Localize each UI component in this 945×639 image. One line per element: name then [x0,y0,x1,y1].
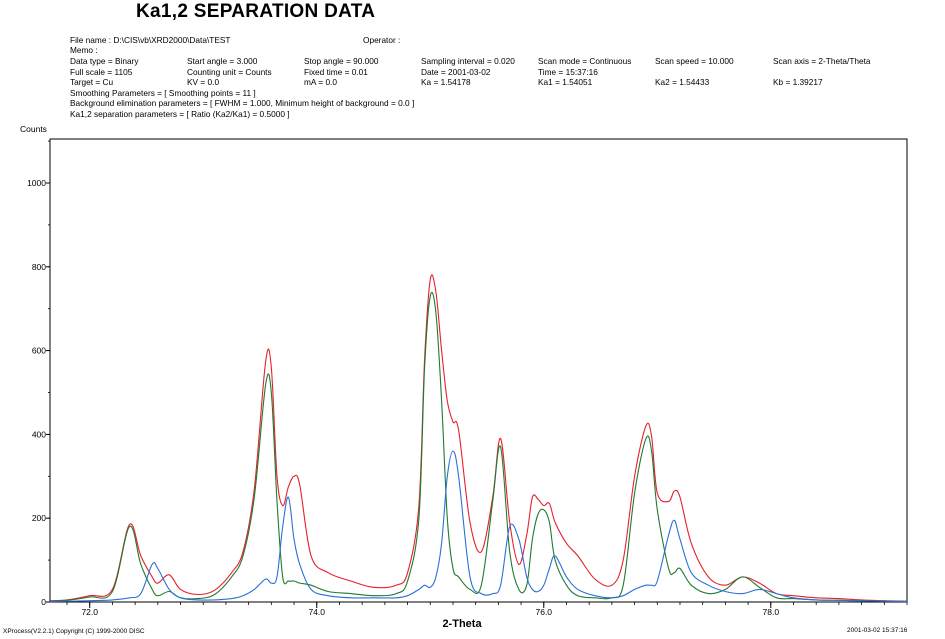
y-tick-label: 200 [32,513,46,523]
y-tick-label: 600 [32,346,46,356]
y-tick-label: 800 [32,262,46,272]
y-axis-label: Counts [20,124,47,134]
y-tick-label: 1000 [27,178,46,188]
footer-timestamp: 2001-03-02 15:37:16 [847,627,908,634]
y-tick-label: 400 [32,429,46,439]
footer-copyright: XProcess(V2.2.1) Copyright (C) 1999-2000… [3,628,145,635]
series-line-red [49,274,908,602]
plot-frame [49,138,908,603]
x-tick-label: 78.0 [763,607,780,617]
y-tick-label: 0 [41,597,46,607]
x-tick-label: 76.0 [535,607,552,617]
x-tick-label: 74.0 [308,607,325,617]
x-tick-label: 72.0 [81,607,98,617]
xrd-chart: Counts 2-Theta 0 200 400 600 800 1000 72.0 74.0… [20,124,908,630]
series-line-blue [49,450,908,603]
x-axis-label: 2-Theta [442,618,482,630]
series-line-green [49,291,908,603]
